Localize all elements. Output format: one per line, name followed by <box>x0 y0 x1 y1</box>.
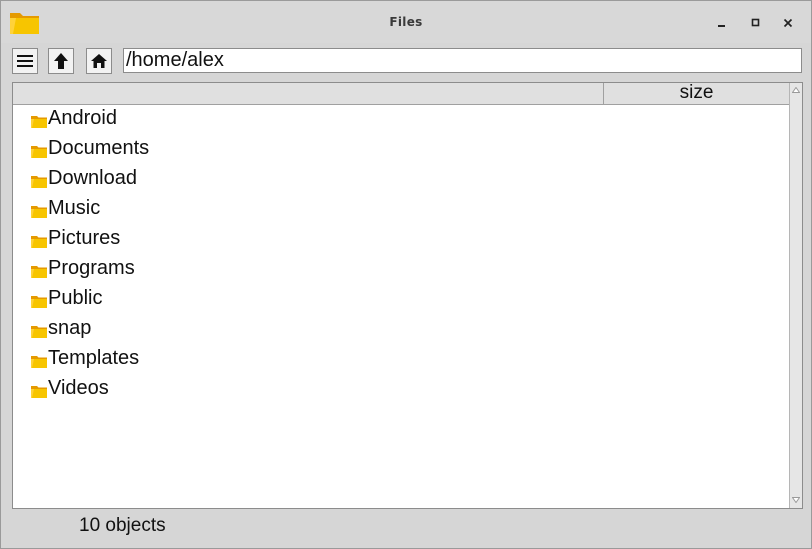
close-icon <box>783 18 793 28</box>
file-list[interactable]: size Android Documents Download Music Pi… <box>12 82 803 509</box>
list-item[interactable]: Programs <box>13 255 789 285</box>
file-name: Music <box>48 197 101 219</box>
folder-icon <box>31 236 47 248</box>
folder-icon <box>31 206 47 218</box>
folder-icon <box>31 356 47 368</box>
folder-icon <box>31 266 47 278</box>
path-input[interactable] <box>123 48 802 73</box>
list-item[interactable]: Templates <box>13 345 789 375</box>
close-button[interactable] <box>778 13 798 33</box>
list-item[interactable]: Android <box>13 105 789 135</box>
menu-button[interactable] <box>12 48 38 74</box>
file-name: Documents <box>48 137 150 159</box>
folder-icon <box>31 296 47 308</box>
file-name: Android <box>48 107 117 129</box>
files-window: Files /home/alex size Android Documents … <box>0 0 812 549</box>
title-bar[interactable]: Files <box>1 1 811 43</box>
folder-icon <box>31 386 47 398</box>
minimize-button[interactable] <box>712 13 732 33</box>
scroll-down-arrow[interactable] <box>790 494 802 506</box>
hamburger-icon <box>17 55 33 67</box>
status-bar: 10 objects <box>1 511 811 548</box>
maximize-icon <box>751 18 760 27</box>
folder-icon <box>31 326 47 338</box>
file-name: Videos <box>48 377 109 399</box>
file-rows: Android Documents Download Music Picture… <box>13 105 789 405</box>
up-directory-button[interactable] <box>48 48 74 74</box>
file-name: snap <box>48 317 92 339</box>
list-item[interactable]: snap <box>13 315 789 345</box>
column-header-name[interactable] <box>13 83 604 104</box>
toolbar <box>1 43 811 79</box>
list-item[interactable]: Pictures <box>13 225 789 255</box>
maximize-button[interactable] <box>746 13 766 33</box>
arrow-up-icon <box>54 53 68 69</box>
list-header: size <box>13 83 789 105</box>
scroll-up-arrow[interactable] <box>790 84 802 96</box>
file-name: Pictures <box>48 227 121 249</box>
file-name: Programs <box>48 257 135 279</box>
caret-up-icon <box>792 87 800 93</box>
home-button[interactable] <box>86 48 112 74</box>
status-text: 10 objects <box>79 515 166 536</box>
list-item[interactable]: Music <box>13 195 789 225</box>
vertical-scrollbar[interactable] <box>789 83 802 508</box>
list-item[interactable]: Documents <box>13 135 789 165</box>
file-name: Templates <box>48 347 140 369</box>
folder-icon <box>31 116 47 128</box>
folder-icon <box>31 146 47 158</box>
minimize-icon <box>718 25 725 27</box>
home-icon <box>91 54 107 68</box>
window-title: Files <box>389 15 423 29</box>
column-header-size[interactable]: size <box>604 83 789 104</box>
file-name: Public <box>48 287 103 309</box>
folder-icon <box>31 176 47 188</box>
list-item[interactable]: Public <box>13 285 789 315</box>
list-item[interactable]: Download <box>13 165 789 195</box>
list-item[interactable]: Videos <box>13 375 789 405</box>
caret-down-icon <box>792 497 800 503</box>
file-name: Download <box>48 167 137 189</box>
